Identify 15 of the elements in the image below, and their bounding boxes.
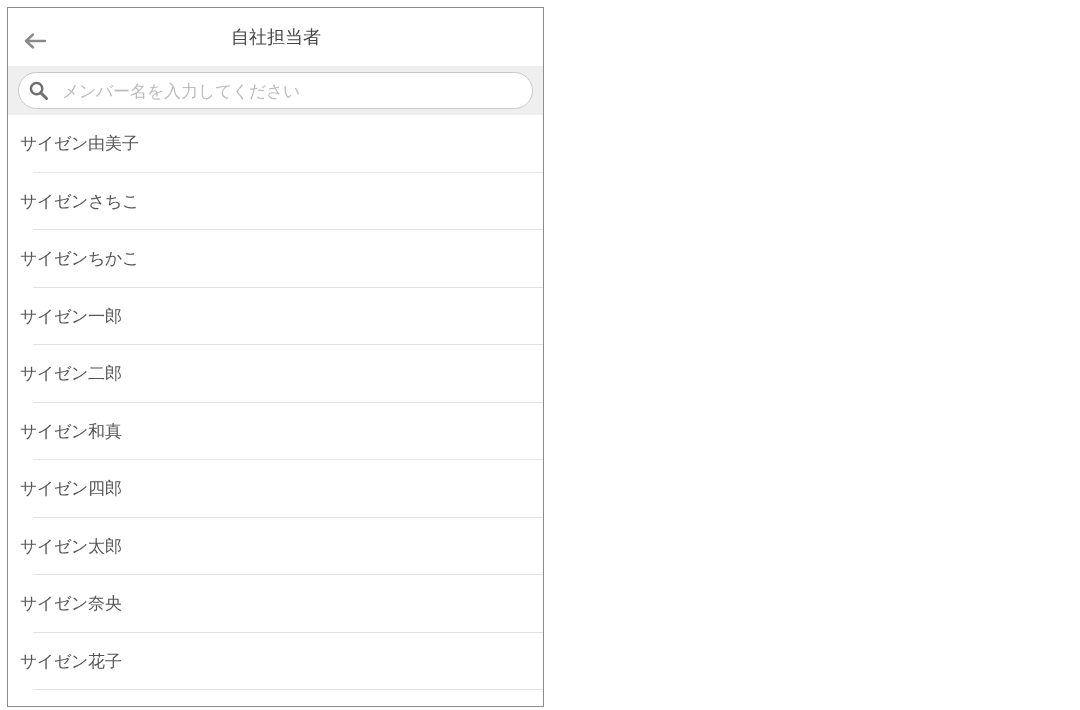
member-list-item[interactable]: サイゼンさちこ bbox=[8, 172, 543, 230]
member-list-item[interactable]: サイゼン太郎 bbox=[8, 517, 543, 575]
member-list-item[interactable]: サイゼン由美子 bbox=[8, 115, 543, 173]
back-arrow-icon bbox=[24, 33, 46, 49]
member-list-item[interactable]: サイゼン四郎 bbox=[8, 460, 543, 518]
header-title: 自社担当者 bbox=[230, 25, 321, 49]
member-list-item[interactable]: サイゼン花子 bbox=[8, 632, 543, 690]
member-list-item[interactable]: サイゼンちかこ bbox=[8, 230, 543, 288]
member-list-item[interactable]: サイゼン一郎 bbox=[8, 287, 543, 345]
member-list-item[interactable]: サイゼン和真 bbox=[8, 402, 543, 460]
member-list-item[interactable]: サイゼン奈央 bbox=[8, 575, 543, 633]
search-field[interactable]: メンバー名を入力してください bbox=[18, 72, 533, 109]
back-button[interactable] bbox=[22, 31, 48, 51]
search-icon bbox=[29, 81, 48, 100]
member-list-item[interactable]: サイゼン二郎 bbox=[8, 345, 543, 403]
